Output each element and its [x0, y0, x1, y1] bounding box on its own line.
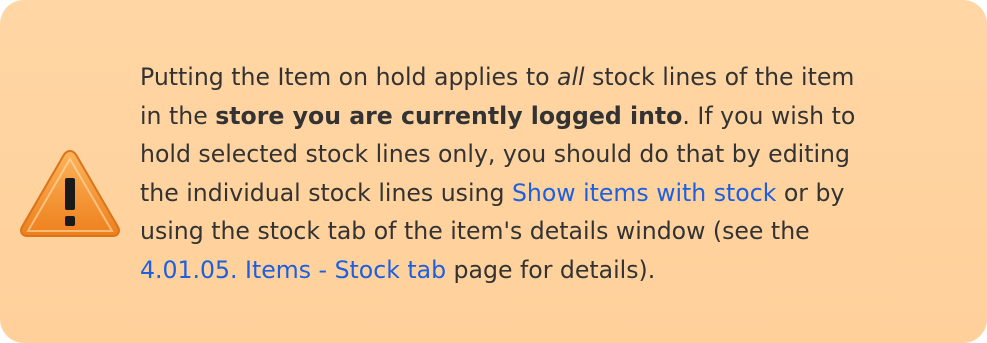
note-line-4: the individual stock lines using Show it… — [140, 174, 970, 213]
note-line-5: using the stock tab of the item's detail… — [140, 212, 970, 251]
items-stock-tab-link[interactable]: 4.01.05. Items - Stock tab — [140, 256, 446, 284]
note-line-6: 4.01.05. Items - Stock tab page for deta… — [140, 251, 970, 290]
warning-icon — [20, 149, 120, 237]
note-text-segment: . If you wish to — [682, 101, 856, 130]
note-text-segment: stock lines of the item — [584, 63, 855, 91]
note-text-segment: the individual stock lines using — [140, 178, 512, 207]
note-line-1: Putting the Item on hold applies to all … — [140, 58, 970, 97]
emphasis-all: all — [557, 63, 585, 91]
note-line-2: in the store you are currently logged in… — [140, 97, 970, 136]
note-text-segment: hold selected stock lines only, you shou… — [140, 140, 850, 168]
bold-store-phrase: store you are currently logged into — [215, 101, 683, 130]
note-text: Putting the Item on hold applies to all … — [140, 58, 970, 289]
note-text-segment: using the stock tab of the item's detail… — [140, 217, 810, 245]
note-text-segment: page for details). — [446, 255, 656, 284]
note-text-segment: in the — [140, 101, 216, 130]
note-text-segment: Putting the Item on hold applies to — [140, 63, 558, 91]
warning-note: Putting the Item on hold applies to all … — [0, 0, 987, 343]
show-items-with-stock-link[interactable]: Show items with stock — [512, 179, 776, 207]
note-line-3: hold selected stock lines only, you shou… — [140, 135, 970, 174]
note-text-segment: or by — [776, 178, 845, 207]
